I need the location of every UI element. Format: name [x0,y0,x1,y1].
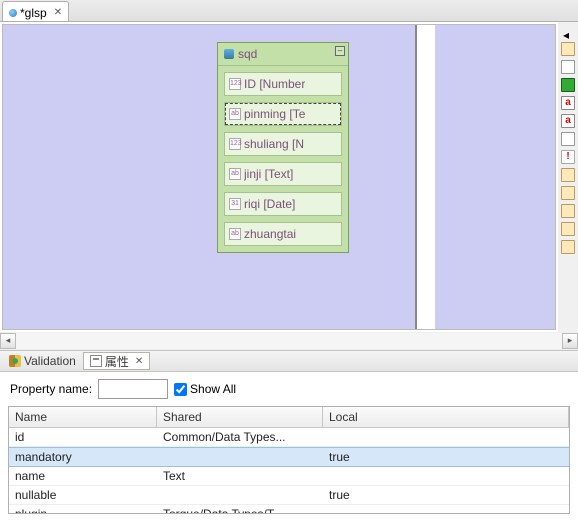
validation-icon [9,355,21,367]
entity-field-row[interactable]: abzhuangtai [224,222,342,246]
cell-name: mandatory [9,448,157,466]
editor-tab-glsp[interactable]: *glsp ✕ [2,1,69,21]
palette-item-select[interactable] [561,60,575,74]
canvas-right-gutter [415,25,435,329]
palette: ◂ a a ! [558,22,578,332]
scroll-left-icon[interactable]: ◂ [0,333,16,349]
cell-name: plugin [9,505,157,514]
table-row[interactable]: nameText [9,467,569,486]
field-label: zhuangtai [244,227,296,241]
entity-field-row[interactable]: abjinji [Text] [224,162,342,186]
palette-item-folder-4[interactable] [561,204,575,218]
entity-field-row[interactable]: abpinming [Te [224,102,342,126]
table-row[interactable]: nullable true [9,486,569,505]
field-label: riqi [Date] [244,197,295,211]
field-type-icon: 123 [229,138,241,150]
cell-local: true [323,448,569,466]
field-label: ID [Number [244,77,305,91]
show-all-label: Show All [190,382,236,396]
properties-table: Name Shared Local idCommon/Data Types...… [8,406,570,514]
palette-item-text-a2[interactable]: a [561,114,575,128]
cell-shared [157,448,323,466]
palette-item-folder-6[interactable] [561,240,575,254]
cell-name: name [9,467,157,485]
editor-tab-bar: *glsp ✕ [0,0,578,22]
tab-validation[interactable]: Validation [2,352,83,370]
table-body: idCommon/Data Types...mandatorytruenameT… [9,428,569,514]
cell-local [323,467,569,485]
table-row[interactable]: idCommon/Data Types... [9,428,569,447]
col-header-name[interactable]: Name [9,407,157,427]
palette-item-text-a[interactable]: a [561,96,575,110]
field-label: pinming [Te [244,107,305,121]
entity-field-row[interactable]: 123shuliang [N [224,132,342,156]
tab-label: 属性 [105,353,129,370]
properties-icon [90,355,102,367]
cell-shared [157,486,323,504]
entity-title: sqd [238,47,257,61]
field-type-icon: ab [229,228,241,240]
entity-body: 123ID [Numberabpinming [Te123shuliang [N… [218,66,348,252]
palette-item-green[interactable] [561,78,575,92]
scroll-track[interactable] [16,333,562,349]
entity-sqd[interactable]: sqd – 123ID [Numberabpinming [Te123shuli… [217,42,349,253]
cell-shared: Common/Data Types... [157,428,323,446]
field-label: jinji [Text] [244,167,293,181]
table-header: Name Shared Local [9,407,569,428]
table-row[interactable]: pluginTorque/Data Types/T [9,505,569,514]
field-type-icon: 31 [229,198,241,210]
field-type-icon: ab [229,108,241,120]
close-icon[interactable]: ✕ [54,7,62,18]
palette-item-folder-1[interactable] [561,42,575,56]
entity-field-row[interactable]: 31riqi [Date] [224,192,342,216]
cell-shared: Text [157,467,323,485]
diagram-canvas[interactable]: sqd – 123ID [Numberabpinming [Te123shuli… [2,24,556,330]
entity-field-row[interactable]: 123ID [Number [224,72,342,96]
palette-item-warning[interactable]: ! [561,150,575,164]
palette-item-grid[interactable] [561,132,575,146]
cell-name: id [9,428,157,446]
minimize-icon[interactable]: – [335,46,345,56]
field-type-icon: 123 [229,78,241,90]
file-icon [9,9,17,17]
palette-item-folder-2[interactable] [561,168,575,182]
close-icon[interactable]: ✕ [135,356,143,367]
field-label: shuliang [N [244,137,304,151]
diagram-hscroll[interactable]: ◂ ▸ [0,332,578,350]
show-all-checkbox[interactable]: Show All [174,382,236,396]
property-name-input[interactable] [98,379,168,399]
entity-icon [224,49,234,59]
editor-tab-label: *glsp [20,6,47,20]
properties-toolbar: Property name: Show All [0,372,578,406]
cell-shared: Torque/Data Types/T [157,505,323,514]
chevron-left-icon[interactable]: ◂ [563,28,573,38]
cell-local [323,505,569,514]
entity-header[interactable]: sqd – [218,43,348,66]
palette-item-folder-5[interactable] [561,222,575,236]
field-type-icon: ab [229,168,241,180]
table-row[interactable]: mandatory true [9,447,569,467]
scroll-right-icon[interactable]: ▸ [562,333,578,349]
tab-properties[interactable]: 属性 ✕ [83,352,150,370]
palette-item-folder-3[interactable] [561,186,575,200]
show-all-input[interactable] [174,383,187,396]
cell-name: nullable [9,486,157,504]
bottom-tab-bar: Validation 属性 ✕ [0,350,578,372]
diagram-area: sqd – 123ID [Numberabpinming [Te123shuli… [0,22,578,332]
col-header-local[interactable]: Local [323,407,569,427]
cell-local: true [323,486,569,504]
properties-panel: Property name: Show All Name Shared Loca… [0,372,578,522]
col-header-shared[interactable]: Shared [157,407,323,427]
tab-label: Validation [24,354,76,368]
cell-local [323,428,569,446]
property-name-label: Property name: [10,382,92,396]
